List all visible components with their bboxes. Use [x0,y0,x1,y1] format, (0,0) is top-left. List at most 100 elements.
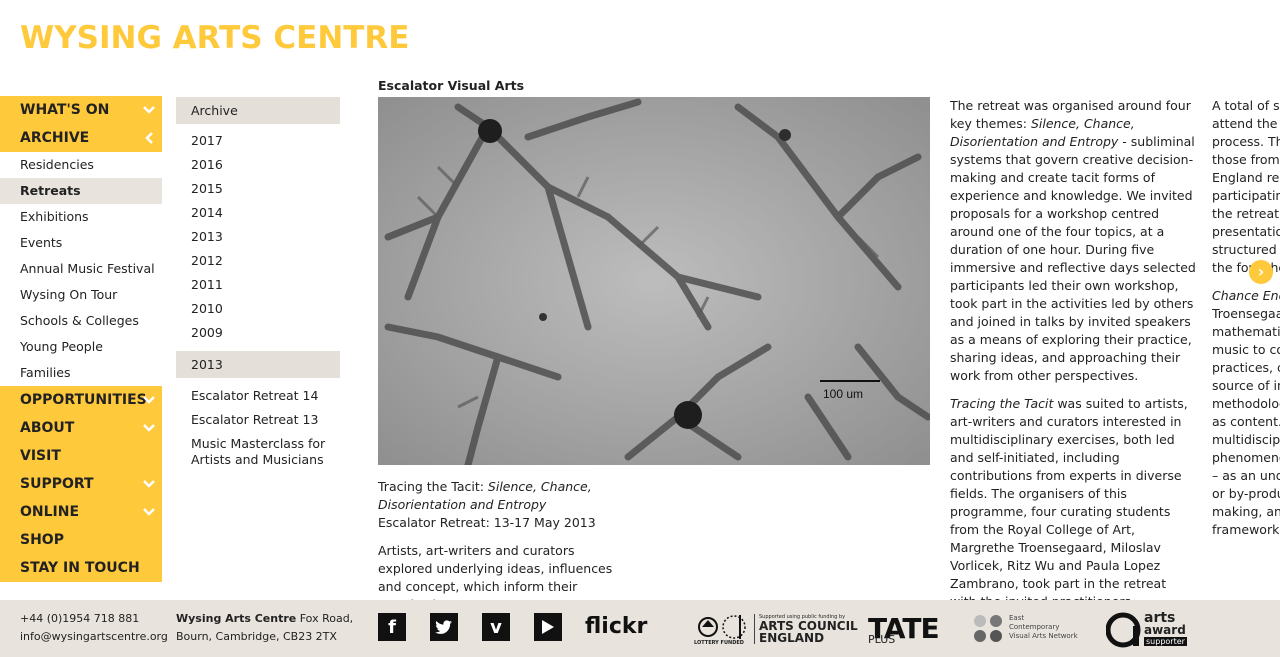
caption-prefix: Tracing the Tacit: [378,479,488,494]
col3-line: or by-produc [1212,486,1280,501]
footer-addr-bold: Wysing Arts Centre [176,612,297,625]
sub-item-events[interactable]: Events [0,230,162,256]
nav-whats-on[interactable]: WHAT'S ON [0,96,162,124]
flickr-logo[interactable]: flickr [585,614,647,639]
nav-stay-in-touch[interactable]: STAY IN TOUCH [0,554,162,582]
nav-label: STAY IN TOUCH [20,560,140,576]
chevron-down-icon [142,386,156,414]
col3-line: as content. T [1212,414,1280,429]
nav-opportunities[interactable]: OPPORTUNITIES [0,386,162,414]
nav-label: ONLINE [20,504,80,520]
vimeo-icon[interactable]: v [482,613,510,641]
next-arrow-button[interactable]: › [1249,260,1273,284]
nav-label: VISIT [20,448,61,464]
arts-council-logo[interactable]: Supported using public funding by ARTS C… [694,612,858,646]
sub-item-music-festival[interactable]: Annual Music Festival [0,256,162,282]
year-link[interactable]: 2014 [176,201,340,225]
nav-label: WHAT'S ON [20,102,110,118]
chevron-down-icon [142,414,156,442]
col3-line: source of ins [1212,378,1280,393]
col3-line: Chance Enco [1212,288,1280,303]
p1-text-b: - subliminal systems that govern creativ… [950,134,1196,383]
col3-line: phenomenor [1212,450,1280,465]
archive-heading[interactable]: Archive [176,97,340,124]
nav-label: OPPORTUNITIES [20,392,147,408]
paragraph-1: The retreat was organised around four ke… [950,97,1196,385]
image-caption: Tracing the Tacit: Silence, Chance, Diso… [378,478,618,532]
scale-bar-label: 100 um [823,387,863,401]
col3-line: – as an unde [1212,468,1280,483]
ecvan-logo[interactable]: East Contemporary Visual Arts Network [973,614,1078,644]
col3-line: presentation [1212,224,1280,239]
arts-award-text-2: award [1144,623,1186,637]
chevron-down-icon [142,470,156,498]
ecvan-line1: East [1009,614,1025,622]
arts-award-text-3: supporter [1144,637,1187,646]
year-link[interactable]: 2010 [176,297,340,321]
arts-council-text: Supported using public funding by ARTS C… [754,614,858,644]
year-heading[interactable]: 2013 [176,351,340,378]
year-list: 2017 2016 2015 2014 2013 2012 2011 2010 … [176,124,340,351]
year-item-link[interactable]: Music Masterclass for Artists and Musici… [176,436,340,468]
chevron-down-icon [142,96,156,124]
year-item-list: Escalator Retreat 14 Escalator Retreat 1… [176,378,340,468]
sub-item-young-people[interactable]: Young People [0,334,162,360]
year-link[interactable]: 2015 [176,177,340,201]
footer-address: Wysing Arts Centre Fox Road, Bourn, Camb… [176,610,353,646]
col3-line: England reg [1212,170,1280,185]
year-item-link[interactable]: Escalator Retreat 13 [176,412,340,428]
col3-line: music to cor [1212,342,1280,357]
year-link[interactable]: 2011 [176,273,340,297]
col3-line: attend the re [1212,116,1280,131]
ecvan-line2: Contemporary [1009,623,1060,631]
nav-label: ARCHIVE [20,130,90,146]
caption-date: Escalator Retreat: 13-17 May 2013 [378,515,596,530]
col3-line: framework. [1212,522,1280,537]
col3-line: methodolog [1212,396,1280,411]
footer-email[interactable]: info@wysingartscentre.org [20,628,168,646]
nav-online[interactable]: ONLINE [0,498,162,526]
footer-contact: +44 (0)1954 718 881 info@wysingartscentr… [20,610,168,646]
col3-line: Troensegaar [1212,306,1280,321]
chevron-right-icon: › [1257,262,1265,281]
year-link[interactable]: 2009 [176,321,340,345]
article-title: Escalator Visual Arts [378,78,525,93]
footer-addr-rest: Fox Road, [296,612,354,625]
year-link[interactable]: 2012 [176,249,340,273]
col3-line: structured as [1212,242,1280,257]
ecvan-line3: Visual Arts Network [1009,632,1078,640]
ecvan-circles-icon [974,615,1002,642]
sub-item-residencies[interactable]: Residencies [0,152,162,178]
col3-line: mathematics [1212,324,1280,339]
nav-archive[interactable]: ARCHIVE [0,124,162,152]
tate-plus-text: PLUS [868,633,896,646]
footer-addr-line2: Bourn, Cambridge, CB23 2TX [176,630,337,643]
year-link[interactable]: 2016 [176,153,340,177]
footer-phone: +44 (0)1954 718 881 [20,612,140,625]
chevron-left-icon [142,124,156,152]
nav-label: SHOP [20,532,64,548]
article-image[interactable]: 100 um [378,97,930,465]
archive-submenu: Residencies Retreats Exhibitions Events … [0,152,162,386]
article-column-3: A total of six attend the re process. Th… [1212,97,1280,547]
twitter-icon[interactable] [430,613,458,641]
col3-line: multidiscipli [1212,432,1280,447]
arts-award-logo[interactable]: arts award supporter [1105,611,1192,648]
year-link[interactable]: 2013 [176,225,340,249]
year-link[interactable]: 2017 [176,129,340,153]
sub-item-schools[interactable]: Schools & Colleges [0,308,162,334]
sub-item-families[interactable]: Families [0,360,162,386]
p2-text-b: was suited to artists, art-writers and c… [950,396,1188,609]
facebook-icon[interactable]: f [378,613,406,641]
nav-about[interactable]: ABOUT [0,414,162,442]
youtube-icon[interactable] [534,613,562,641]
sub-item-on-tour[interactable]: Wysing On Tour [0,282,162,308]
col3-line: process. Thr [1212,134,1280,149]
year-item-link[interactable]: Escalator Retreat 14 [176,388,340,404]
nav-visit[interactable]: VISIT [0,442,162,470]
nav-shop[interactable]: SHOP [0,526,162,554]
sub-item-retreats[interactable]: Retreats [0,178,162,204]
nav-support[interactable]: SUPPORT [0,470,162,498]
site-logo[interactable]: WYSING ARTS CENTRE [20,18,409,58]
sub-item-exhibitions[interactable]: Exhibitions [0,204,162,230]
